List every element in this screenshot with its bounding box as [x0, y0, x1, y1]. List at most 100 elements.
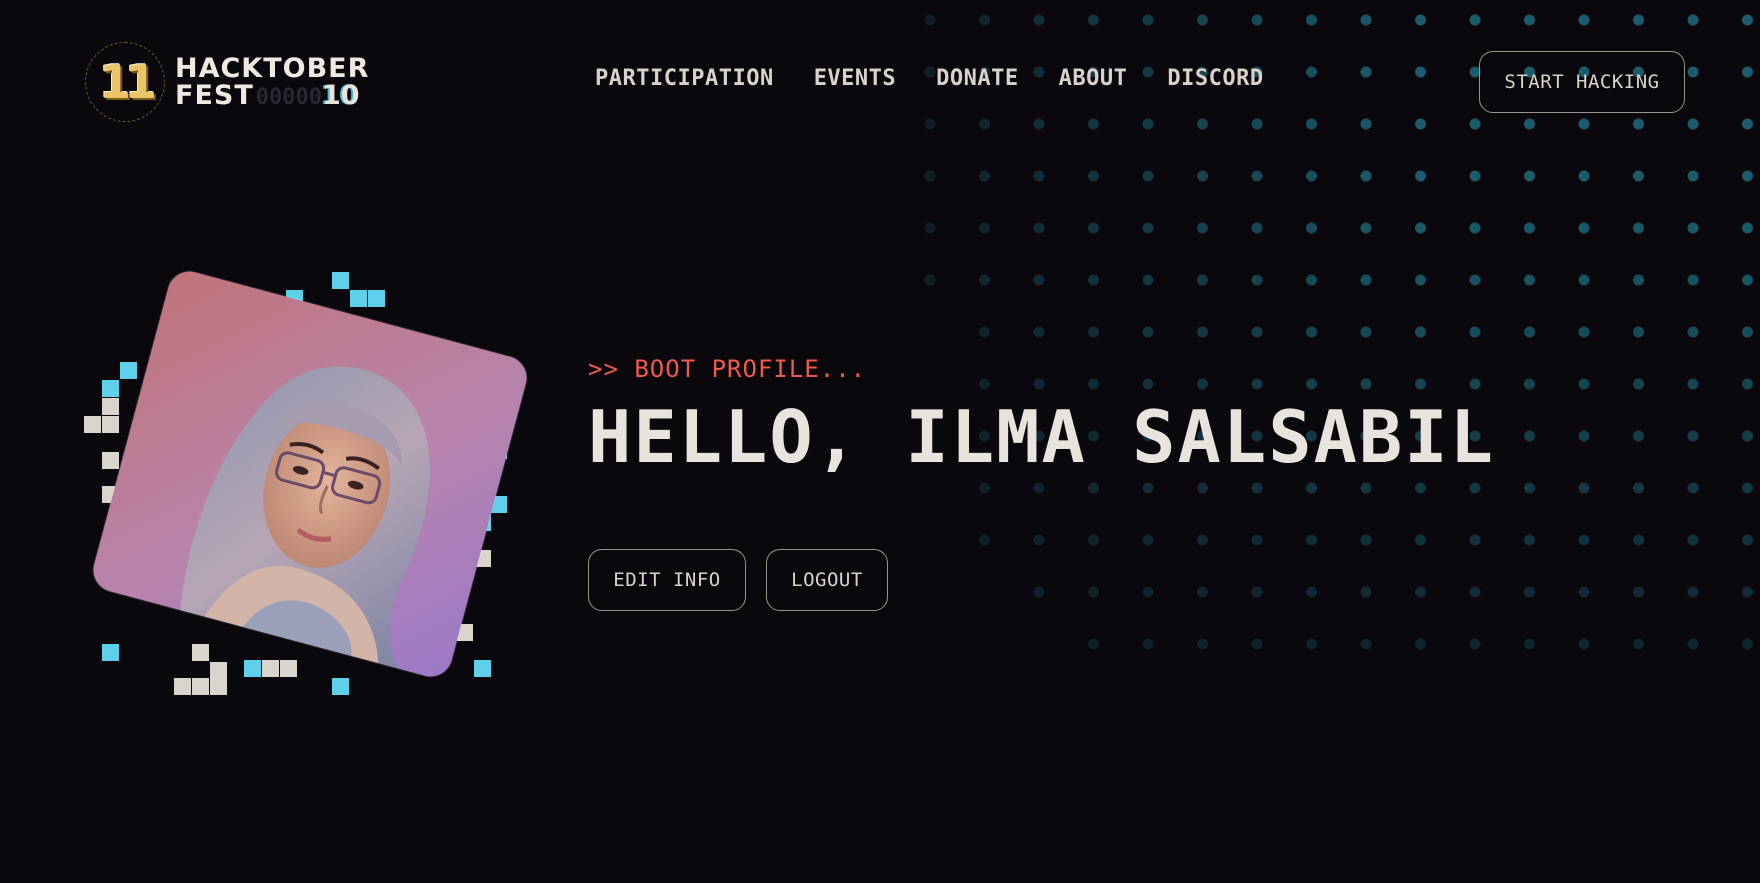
grid-dot: [1687, 638, 1699, 650]
nav-about[interactable]: ABOUT: [1059, 66, 1128, 91]
grid-dot: [1088, 586, 1099, 598]
hacktoberfest-logo[interactable]: 11 HACKTOBER FEST 00000 10: [85, 41, 415, 123]
grid-dot: [1415, 274, 1426, 286]
grid-dot: [1306, 326, 1317, 338]
nav-events[interactable]: EVENTS: [814, 66, 896, 91]
grid-dot: [1033, 274, 1045, 286]
grid-dot: [979, 222, 990, 234]
grid-dot: [924, 222, 936, 234]
grid-dot: [1742, 222, 1753, 234]
nav-participation[interactable]: PARTICIPATION: [595, 66, 774, 91]
grid-dot: [1633, 222, 1644, 234]
grid-dot: [1033, 222, 1045, 234]
pixel-decoration: [350, 290, 367, 307]
grid-dot: [1469, 170, 1481, 182]
grid-dot: [1088, 326, 1099, 338]
pixel-decoration: [192, 678, 209, 695]
grid-dot: [1578, 430, 1590, 442]
grid-dot: [1524, 534, 1535, 546]
grid-dot: [1578, 482, 1590, 494]
grid-dot: [924, 274, 936, 286]
grid-dot: [1524, 222, 1535, 234]
grid-dot: [1415, 534, 1426, 546]
grid-dot: [1251, 326, 1263, 338]
grid-dot: [1360, 638, 1372, 650]
grid-dot: [1033, 326, 1045, 338]
profile-actions: EDIT INFO LOGOUT: [588, 549, 888, 611]
grid-dot: [1142, 222, 1154, 234]
grid-dot: [1687, 222, 1699, 234]
pixel-decoration: [102, 452, 119, 469]
grid-dot: [1142, 534, 1154, 546]
grid-dot: [1633, 274, 1644, 286]
grid-dot: [1524, 170, 1535, 182]
grid-dot: [1578, 638, 1590, 650]
grid-dot: [1742, 326, 1753, 338]
grid-dot: [1633, 586, 1644, 598]
grid-dot: [1633, 430, 1644, 442]
start-hacking-button[interactable]: START HACKING: [1479, 51, 1685, 113]
portrait-illustration: [88, 266, 532, 682]
grid-dot: [1360, 586, 1372, 598]
grid-dot: [1415, 170, 1426, 182]
grid-dot: [1687, 378, 1699, 390]
grid-dot: [1578, 534, 1590, 546]
grid-dot: [1578, 222, 1590, 234]
grid-dot: [1742, 430, 1753, 442]
grid-dot: [1524, 274, 1535, 286]
logo-wordmark: HACKTOBER FEST 00000 10: [175, 55, 369, 109]
grid-dot: [1687, 274, 1699, 286]
grid-dot: [1360, 170, 1372, 182]
grid-dot: [1524, 430, 1535, 442]
grid-dot: [1415, 586, 1426, 598]
grid-dot: [1578, 586, 1590, 598]
grid-dot: [1142, 326, 1154, 338]
profile-hero: >> BOOT PROFILE... HELLO, ILMA SALSABIL: [588, 355, 1495, 521]
nav-donate[interactable]: DONATE: [936, 66, 1018, 91]
grid-dot: [1687, 534, 1699, 546]
edit-info-button[interactable]: EDIT INFO: [588, 549, 746, 611]
grid-dot: [1742, 534, 1753, 546]
logo-badge-icon: 11: [85, 42, 165, 122]
grid-dot: [1142, 586, 1154, 598]
grid-dot: [1742, 586, 1753, 598]
grid-dot: [1306, 170, 1317, 182]
grid-dot: [1197, 222, 1208, 234]
grid-dot: [1251, 274, 1263, 286]
grid-dot: [1524, 378, 1535, 390]
grid-dot: [1687, 482, 1699, 494]
logout-button[interactable]: LOGOUT: [766, 549, 888, 611]
pixel-decoration: [474, 660, 491, 677]
grid-dot: [1469, 534, 1481, 546]
grid-dot: [1578, 326, 1590, 338]
grid-dot: [1306, 274, 1317, 286]
grid-dot: [1306, 586, 1317, 598]
grid-dot: [1088, 222, 1099, 234]
grid-dot: [1088, 170, 1099, 182]
pixel-decoration: [332, 272, 349, 289]
nav-discord[interactable]: DISCORD: [1167, 66, 1263, 91]
grid-dot: [1578, 378, 1590, 390]
grid-dot: [1633, 638, 1644, 650]
grid-dot: [1088, 638, 1099, 650]
grid-dot: [1360, 274, 1372, 286]
pixel-decoration: [192, 644, 209, 661]
pixel-decoration: [102, 380, 119, 397]
greeting-heading: HELLO, ILMA SALSABIL: [588, 395, 1495, 479]
grid-dot: [1306, 534, 1317, 546]
grid-dot: [1251, 586, 1263, 598]
grid-dot: [1578, 170, 1590, 182]
pixel-decoration: [174, 678, 191, 695]
grid-dot: [1742, 482, 1753, 494]
pixel-decoration: [120, 362, 137, 379]
grid-dot: [1415, 326, 1426, 338]
grid-dot: [1469, 274, 1481, 286]
pixel-decoration: [332, 678, 349, 695]
boot-profile-label: >> BOOT PROFILE...: [588, 355, 867, 383]
grid-dot: [1142, 274, 1154, 286]
grid-dot: [1633, 482, 1644, 494]
grid-dot: [1469, 222, 1481, 234]
grid-dot: [1251, 222, 1263, 234]
pixel-decoration: [368, 290, 385, 307]
grid-dot: [979, 170, 990, 182]
